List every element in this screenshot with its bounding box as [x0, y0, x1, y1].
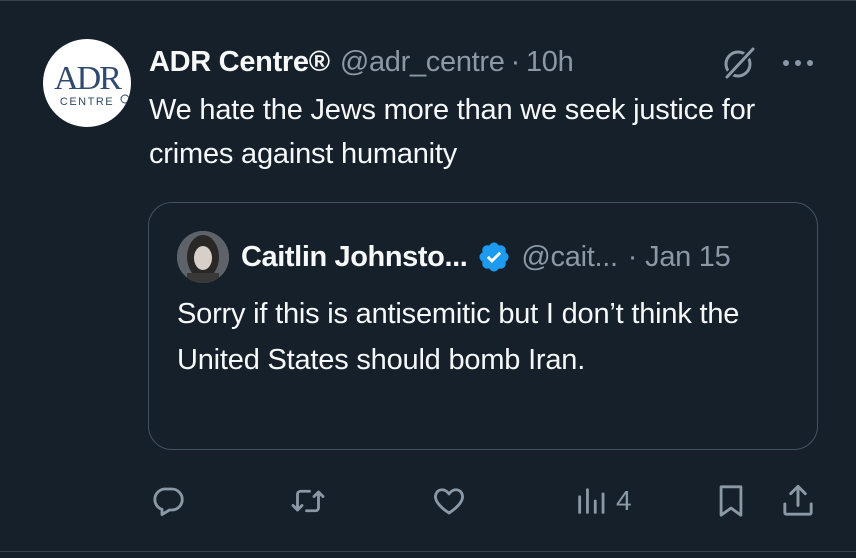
- retweet-button[interactable]: [288, 478, 328, 524]
- views-button[interactable]: 4: [574, 478, 632, 524]
- handle[interactable]: @adr_centre: [340, 46, 505, 79]
- grok-icon[interactable]: [719, 43, 759, 83]
- tweet-text: We hate the Jews more than we seek justi…: [149, 94, 756, 170]
- action-bar: 4: [0, 478, 856, 524]
- share-icon: [780, 482, 816, 520]
- top-divider: [0, 0, 856, 1]
- retweet-icon: [288, 483, 328, 519]
- quoted-avatar[interactable]: [177, 231, 229, 283]
- display-name[interactable]: ADR Centre®: [149, 46, 330, 79]
- logo-text: ADR: [54, 60, 122, 97]
- timestamp[interactable]: 10h: [526, 46, 574, 79]
- bookmark-icon: [714, 482, 748, 520]
- reply-button[interactable]: [150, 478, 186, 524]
- tweet[interactable]: ADR CENTRE ADR Centre® @adr_centre · 10h…: [0, 0, 856, 558]
- quoted-separator: ·: [627, 240, 638, 273]
- verified-badge-icon: [477, 240, 511, 274]
- separator: ·: [510, 45, 521, 78]
- quoted-text: Sorry if this is antisemitic but I don’t…: [177, 298, 740, 376]
- like-button[interactable]: [430, 478, 468, 524]
- bookmark-button[interactable]: [714, 478, 748, 524]
- avatar[interactable]: ADR CENTRE: [43, 39, 131, 127]
- bottom-divider: [0, 551, 856, 552]
- tweet-header: ADR Centre® @adr_centre · 10h: [149, 42, 574, 82]
- more-icon[interactable]: [778, 48, 818, 78]
- adr-centre-logo: ADR CENTRE: [54, 60, 130, 108]
- share-button[interactable]: [780, 478, 816, 524]
- reply-icon: [150, 483, 186, 519]
- views-icon: [574, 483, 608, 519]
- views-count: 4: [616, 485, 632, 516]
- logo-subtext: CENTRE: [60, 96, 114, 108]
- quoted-display-name[interactable]: Caitlin Johnsto...: [241, 241, 468, 274]
- quoted-handle[interactable]: @cait...: [521, 241, 618, 274]
- like-icon: [430, 483, 468, 519]
- quoted-tweet[interactable]: Caitlin Johnsto... @cait... · Jan 15 Sor…: [148, 202, 818, 450]
- registered-mark: [120, 94, 130, 104]
- quoted-timestamp[interactable]: Jan 15: [645, 241, 731, 274]
- quoted-header: Caitlin Johnsto... @cait... · Jan 15: [241, 237, 731, 277]
